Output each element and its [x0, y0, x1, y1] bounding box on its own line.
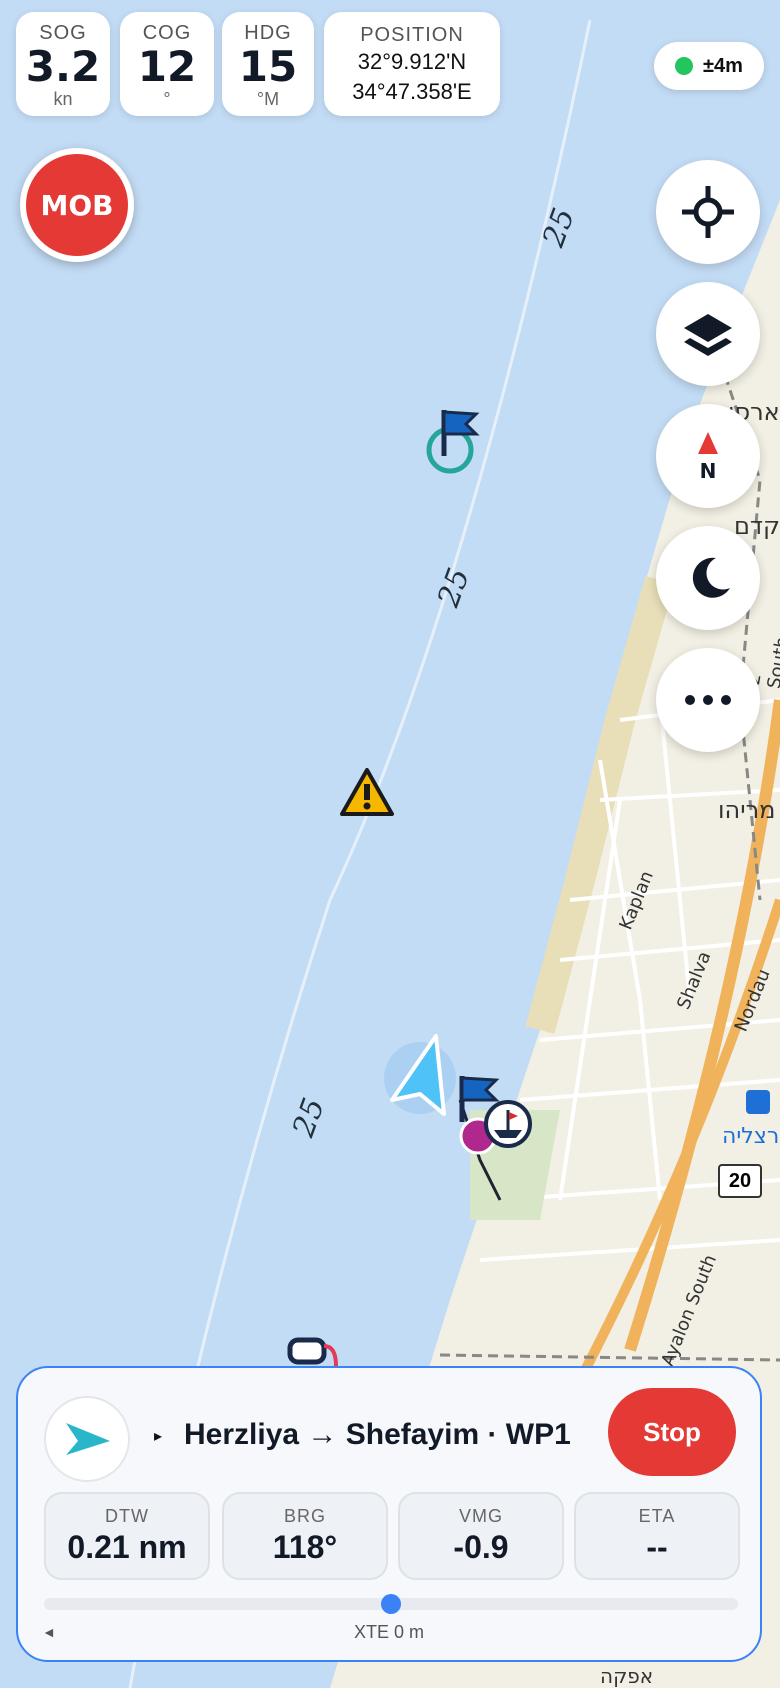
- place-label-3: מריהו: [718, 796, 776, 824]
- layers-button[interactable]: [656, 282, 760, 386]
- metric-dtw: DTW 0.21 nm: [44, 1492, 210, 1580]
- night-mode-button[interactable]: [656, 526, 760, 630]
- stop-label: Stop: [643, 1416, 701, 1447]
- place-label-2: קדם: [734, 512, 780, 540]
- metric-vmg: VMG -0.9: [398, 1492, 564, 1580]
- sog-readout: SOG 3.2 kn: [16, 12, 110, 116]
- layers-icon: [684, 314, 732, 356]
- north-up-button[interactable]: N: [656, 404, 760, 508]
- metric-value: -0.9: [453, 1529, 509, 1565]
- metric-eta: ETA --: [574, 1492, 740, 1580]
- road-shield-20: 20: [718, 1164, 762, 1198]
- vessel-position-icon: [384, 1034, 456, 1116]
- place-label-herzliya: רצליה: [722, 1124, 780, 1149]
- compass-north-icon: N: [698, 432, 718, 483]
- position-lon: 34°47.358'E: [352, 79, 472, 104]
- route-direction-button[interactable]: [44, 1396, 130, 1482]
- cog-unit: °: [163, 89, 171, 109]
- metric-value: 118°: [272, 1529, 338, 1565]
- metric-label: DTW: [105, 1506, 149, 1526]
- metric-label: VMG: [458, 1506, 503, 1526]
- route-title[interactable]: Herzliya → Shefayim · WP1: [184, 1418, 571, 1452]
- dive-mask-icon[interactable]: [286, 1336, 340, 1370]
- position-lat: 32°9.912'N: [357, 49, 467, 74]
- crosshair-icon: [682, 186, 734, 238]
- metric-label: BRG: [283, 1506, 326, 1526]
- stop-button[interactable]: Stop: [608, 1388, 736, 1476]
- locate-button[interactable]: [656, 160, 760, 264]
- position-readout: POSITION 32°9.912'N 34°47.358'E: [324, 12, 500, 116]
- metric-value: 0.21 nm: [67, 1529, 187, 1565]
- hdg-value: 15: [238, 42, 298, 91]
- train-icon: [746, 1090, 770, 1114]
- mob-button[interactable]: MOB: [20, 148, 134, 262]
- navigation-panel: ▸ Herzliya → Shefayim · WP1 Stop DTW 0.2…: [16, 1366, 762, 1662]
- gps-accuracy-text: ±4m: [703, 54, 743, 77]
- marina-icons[interactable]: [456, 1072, 546, 1162]
- metric-label: ETA: [638, 1506, 676, 1526]
- place-label-afeka: אפקה: [600, 1664, 654, 1688]
- gps-accuracy-badge[interactable]: ±4m: [654, 42, 764, 90]
- position-label: POSITION: [360, 24, 464, 46]
- xte-indicator: [381, 1594, 401, 1614]
- cog-value: 12: [137, 42, 197, 91]
- more-dots-icon: [685, 695, 731, 705]
- waypoint-flag-icon[interactable]: [420, 404, 480, 474]
- sog-value: 3.2: [25, 42, 101, 91]
- metric-value: --: [646, 1529, 668, 1565]
- hdg-unit: °M: [256, 89, 280, 109]
- metric-brg: BRG 118°: [222, 1492, 388, 1580]
- svg-text:N: N: [700, 459, 717, 483]
- hdg-readout: HDG 15 °M: [222, 12, 314, 116]
- warning-hazard-icon[interactable]: [338, 766, 396, 818]
- moon-icon: [692, 557, 730, 598]
- more-button[interactable]: [656, 648, 760, 752]
- sog-unit: kn: [53, 89, 73, 109]
- mob-label: MOB: [40, 188, 114, 222]
- gps-status-dot: [675, 57, 694, 75]
- direction-arrow-icon: [66, 1423, 110, 1455]
- xte-label: XTE 0 m: [353, 1622, 424, 1642]
- route-expand-icon[interactable]: ▸: [154, 1426, 162, 1446]
- cog-readout: COG 12 °: [120, 12, 214, 116]
